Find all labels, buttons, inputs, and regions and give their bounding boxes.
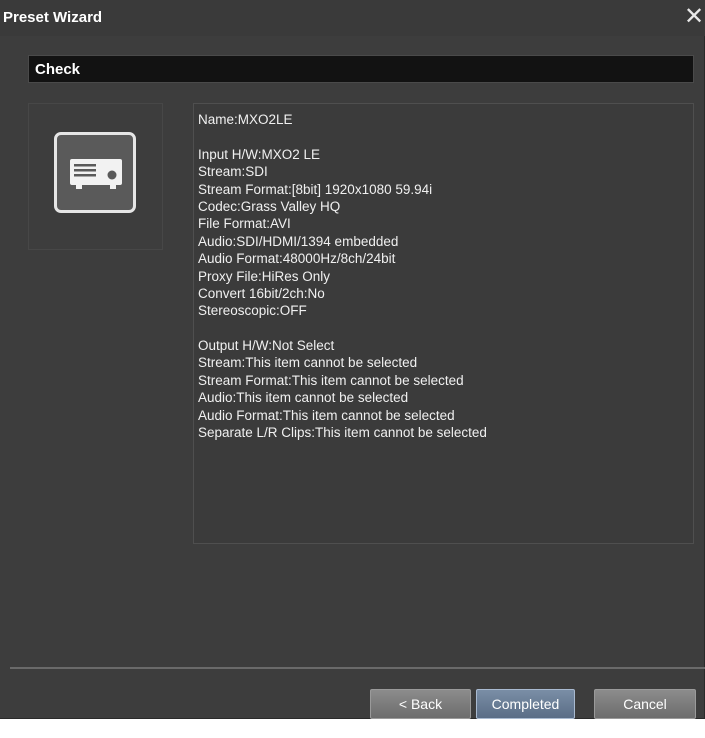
preset-wizard-window: Preset Wizard ✕ Check Name:MXO2LE Input H… — [0, 0, 705, 719]
completed-button[interactable]: Completed — [476, 689, 575, 719]
summary-line: Audio Format:48000Hz/8ch/24bit — [198, 251, 396, 267]
preset-summary-panel: Name:MXO2LE Input H/W:MXO2 LE Stream:SDI St… — [193, 103, 694, 544]
summary-line: Stream Format:This item cannot be select… — [198, 372, 464, 388]
summary-line: Audio Format:This item cannot be selecte… — [198, 407, 455, 423]
summary-line: Output H/W:Not Select — [198, 338, 335, 354]
preset-icon-frame — [28, 103, 163, 250]
summary-line: Stereoscopic:OFF — [198, 303, 307, 319]
summary-line: Codec:Grass Valley HQ — [198, 198, 341, 214]
section-header: Check — [28, 55, 694, 83]
summary-line: Stream Format:[8bit] 1920x1080 59.94i — [198, 181, 433, 197]
cancel-button[interactable]: Cancel — [594, 689, 696, 719]
summary-line: Audio:SDI/HDMI/1394 embedded — [198, 233, 399, 249]
summary-line — [198, 128, 487, 145]
summary-line: Input H/W:MXO2 LE — [198, 146, 321, 162]
section-title: Check — [35, 61, 81, 78]
summary-line: Audio:This item cannot be selected — [198, 390, 409, 406]
summary-line: Stream:SDI — [198, 164, 268, 180]
summary-line: Convert 16bit/2ch:No — [198, 285, 325, 301]
summary-line: File Format:AVI — [198, 216, 291, 232]
summary-lines: Name:MXO2LE Input H/W:MXO2 LE Stream:SDI St… — [198, 111, 487, 441]
title-bar[interactable]: Preset Wizard ✕ — [0, 0, 705, 36]
back-button[interactable]: < Back — [370, 689, 471, 719]
summary-line — [198, 320, 487, 337]
device-icon-graphic — [70, 159, 122, 189]
close-icon[interactable]: ✕ — [683, 3, 705, 31]
summary-line: Name:MXO2LE — [198, 112, 293, 127]
summary-line: Proxy File:HiRes Only — [198, 268, 331, 284]
summary-line: Separate L/R Clips:This item cannot be s… — [198, 425, 487, 441]
device-icon — [54, 132, 136, 213]
summary-line: Stream:This item cannot be selected — [198, 355, 418, 371]
footer-separator — [10, 667, 705, 669]
window-title: Preset Wizard — [3, 9, 103, 26]
